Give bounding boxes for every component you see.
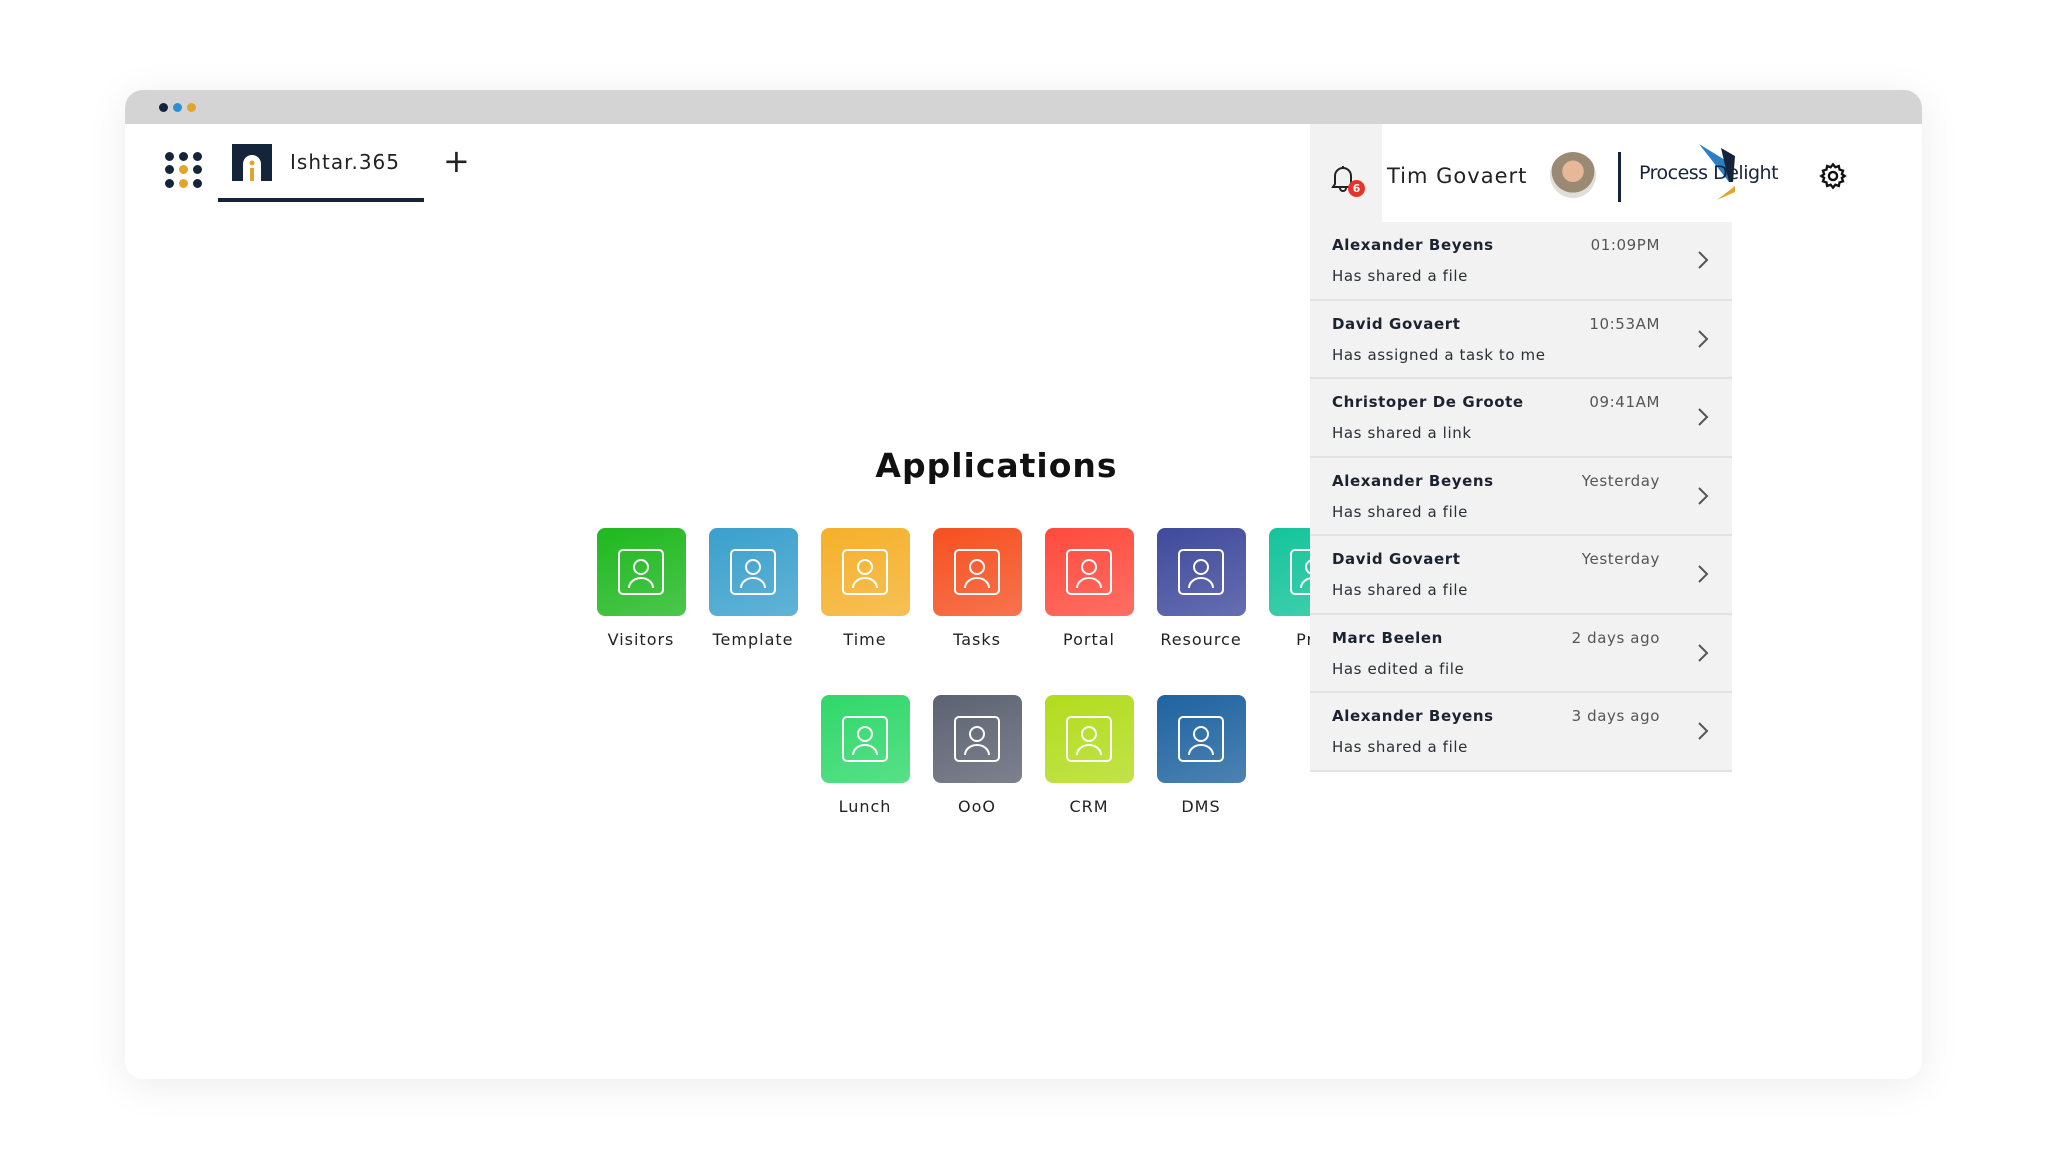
- notification-message: Has shared a link: [1332, 424, 1472, 442]
- notification-item[interactable]: Alexander Beyens Yesterday Has shared a fi…: [1310, 458, 1732, 536]
- chevron-right-icon[interactable]: [1696, 328, 1710, 350]
- timestamp: 09:41AM: [1589, 393, 1660, 411]
- tab-ishtar[interactable]: Ishtar.365: [218, 138, 424, 202]
- app-icon: [820, 528, 910, 616]
- notification-item[interactable]: David Govaert 10:53AM Has assigned a task …: [1310, 301, 1732, 379]
- app-label: Visitors: [607, 630, 675, 649]
- notifications-button[interactable]: 6: [1310, 124, 1382, 222]
- notification-item[interactable]: David Govaert Yesterday Has shared a file: [1310, 536, 1732, 615]
- divider: [1618, 152, 1621, 202]
- avatar[interactable]: [1550, 152, 1596, 198]
- timestamp: 01:09PM: [1590, 236, 1660, 254]
- chevron-right-icon[interactable]: [1696, 406, 1710, 428]
- gear-icon[interactable]: [1819, 162, 1847, 190]
- notification-item[interactable]: Marc Beelen 2 days ago Has edited a file: [1310, 615, 1732, 693]
- app-template[interactable]: Template: [697, 528, 809, 649]
- notification-message: Has shared a file: [1332, 502, 1468, 521]
- notification-message: Has shared a file: [1332, 738, 1468, 756]
- app-icon: [596, 528, 686, 616]
- window-dot: [187, 103, 196, 112]
- chevron-right-icon[interactable]: [1696, 720, 1710, 742]
- notification-message: Has shared a file: [1332, 267, 1468, 285]
- timestamp: Yesterday: [1581, 550, 1660, 568]
- app-time[interactable]: Time: [809, 528, 921, 649]
- process-delight-logo: Process Delight: [1639, 142, 1779, 212]
- app-icon: [820, 695, 910, 783]
- app-icon: [1156, 695, 1246, 783]
- app-visitors[interactable]: Visitors: [585, 528, 697, 649]
- notification-item[interactable]: Christoper De Groote 09:41AM Has shared a …: [1310, 379, 1732, 458]
- app-icon: [1044, 528, 1134, 616]
- app-label: Template: [712, 630, 794, 649]
- app-icon: [708, 528, 798, 616]
- app-dms[interactable]: DMS: [1145, 695, 1257, 816]
- app-icon: [1044, 695, 1134, 783]
- grid-icon[interactable]: [165, 152, 202, 188]
- notification-item[interactable]: Alexander Beyens 3 days ago Has shared a f…: [1310, 693, 1732, 772]
- window-dot: [173, 103, 182, 112]
- app-tasks[interactable]: Tasks: [921, 528, 1033, 649]
- app-icon: [1156, 528, 1246, 616]
- brand-text: Process Delight: [1639, 162, 1779, 184]
- app-lunch[interactable]: Lunch: [809, 695, 921, 816]
- app-icon: [932, 528, 1022, 616]
- app-label: Tasks: [953, 630, 1001, 649]
- notification-message: Has shared a file: [1332, 581, 1468, 599]
- notification-panel: Alexander Beyens 01:09PM Has shared a file…: [1310, 222, 1732, 772]
- plus-icon[interactable]: +: [443, 142, 470, 180]
- chevron-right-icon[interactable]: [1696, 563, 1710, 585]
- app-icon: [932, 695, 1022, 783]
- timestamp: 2 days ago: [1571, 628, 1660, 647]
- app-window: Ishtar.365 + Applications Visitors Templa…: [125, 90, 1922, 1079]
- app-label: Portal: [1063, 630, 1115, 649]
- tab-label: Ishtar.365: [290, 150, 401, 174]
- app-label: CRM: [1069, 797, 1109, 816]
- notification-message: Has edited a file: [1332, 659, 1465, 678]
- ishtar-logo-icon: [232, 144, 272, 181]
- app-ooo[interactable]: OoO: [921, 695, 1033, 816]
- app-label: OoO: [958, 797, 996, 816]
- timestamp: 10:53AM: [1589, 314, 1660, 333]
- timestamp: Yesterday: [1581, 471, 1660, 490]
- chevron-right-icon[interactable]: [1696, 249, 1710, 271]
- window-dot: [159, 103, 168, 112]
- app-label: Lunch: [838, 797, 892, 816]
- app-resource[interactable]: Resource: [1145, 528, 1257, 649]
- notification-item[interactable]: Alexander Beyens 01:09PM Has shared a file: [1310, 222, 1732, 301]
- chevron-right-icon[interactable]: [1696, 485, 1710, 507]
- app-label: DMS: [1181, 797, 1221, 816]
- title-bar: [125, 90, 1922, 124]
- chevron-right-icon[interactable]: [1696, 642, 1710, 664]
- app-label: Resource: [1160, 630, 1242, 649]
- app-portal[interactable]: Portal: [1033, 528, 1145, 649]
- notification-badge: 6: [1348, 180, 1365, 197]
- user-name[interactable]: Tim Govaert: [1387, 164, 1527, 188]
- app-crm[interactable]: CRM: [1033, 695, 1145, 816]
- timestamp: 3 days ago: [1571, 707, 1660, 725]
- notification-message: Has assigned a task to me: [1332, 345, 1546, 364]
- app-label: Time: [843, 630, 887, 649]
